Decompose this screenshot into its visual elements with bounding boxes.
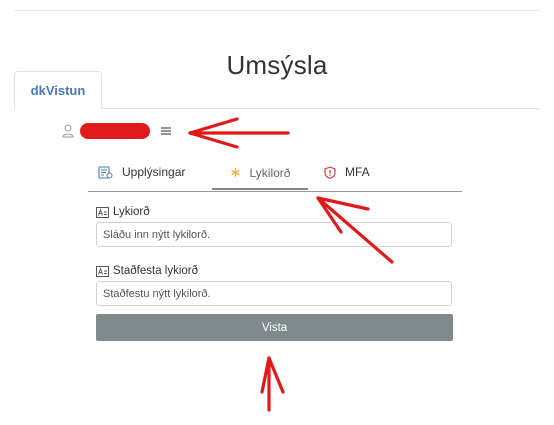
confirm-password-input[interactable] [96,281,452,306]
tab-mfa-label: MFA [345,165,370,179]
tab-lykilord-label: Lykilorð [249,165,291,180]
password-input[interactable] [96,222,452,247]
password-label: Lykiorð [96,205,454,219]
text-field-icon [96,265,109,277]
redacted-username [80,123,150,139]
user-bar [62,120,172,142]
user-icon [62,124,74,138]
arrow-to-user-menu [188,117,290,149]
hamburger-icon[interactable] [160,125,172,137]
tab-dkvistun[interactable]: dkVistun [14,71,102,109]
tab-lykilord[interactable]: Lykilorð [212,157,308,190]
text-field-icon [96,206,109,218]
password-label-text: Lykiorð [113,206,150,218]
asterisk-icon [230,167,241,178]
arrow-to-save-button [260,356,285,412]
confirm-password-label-text: Staðfesta lykiorð [113,265,199,277]
top-divider [14,10,540,11]
password-form: Lykiorð Staðfesta lykiorð [96,205,454,306]
info-card-icon [98,165,113,179]
tab-upplysingar-label: Upplýsingar [122,165,186,179]
tab-upplysingar[interactable]: Upplýsingar [98,157,185,187]
shield-icon [324,165,336,179]
save-button[interactable]: Vista [96,314,453,341]
confirm-password-label: Staðfesta lykiorð [96,264,454,278]
tab-mfa[interactable]: MFA [324,157,370,187]
settings-subtabs: Upplýsingar Lykilorð MFA [88,157,462,192]
